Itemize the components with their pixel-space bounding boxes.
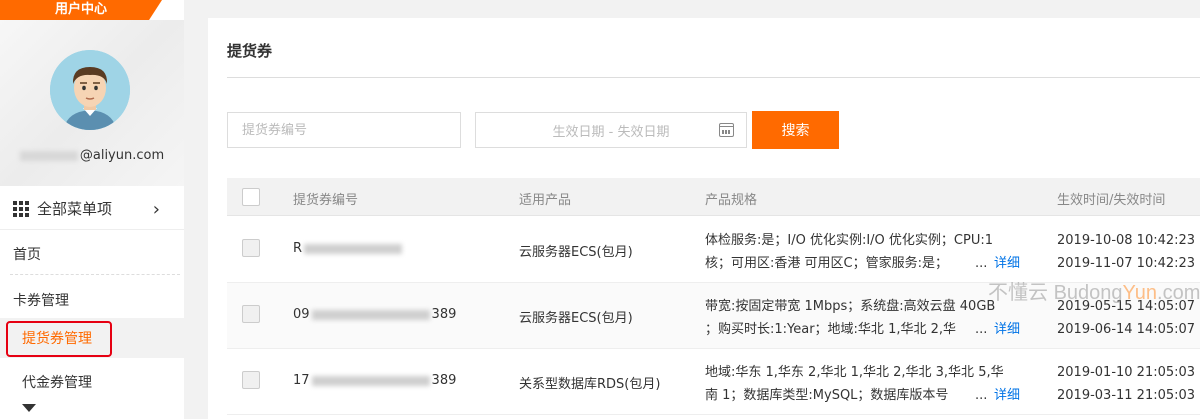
header-time: 生效时间/失效时间	[1057, 193, 1166, 208]
all-menu-label: 全部菜单项	[37, 200, 113, 218]
sidebar-divider	[10, 274, 180, 275]
email-redaction	[19, 150, 78, 161]
detail-link[interactable]: 详细	[991, 318, 1020, 341]
table-row: 17 389 关系型数据库RDS(包月) 地域:华东 1,华东 2,华北 1,华北…	[227, 349, 1200, 415]
voucher-code: R	[293, 241, 404, 256]
row-checkbox[interactable]	[242, 371, 260, 389]
profile-card: @aliyun.com	[0, 20, 184, 186]
date-range-picker[interactable]: 生效日期 - 失效日期	[475, 112, 747, 148]
sidebar-item-home[interactable]: 首页	[0, 244, 184, 264]
header-product: 适用产品	[519, 193, 572, 208]
page-title: 提货券	[227, 42, 273, 60]
product-name: 云服务器ECS(包月)	[519, 311, 633, 326]
user-center-tab[interactable]: 用户中心	[0, 0, 162, 20]
spec-line-2-text: ；购买时长:1:Year；地域:华北 1,华北 2,华	[705, 322, 957, 337]
watermark-en-a: Budong	[1053, 282, 1123, 304]
product-spec: 地域:华东 1,华东 2,华北 1,华北 2,华北 3,华北 5,华 南 1；数…	[705, 361, 1045, 407]
user-email: @aliyun.com	[0, 148, 184, 163]
voucher-code-suffix: 389	[431, 307, 457, 322]
detail-link[interactable]: 详细	[991, 252, 1020, 275]
spec-line-2: ；购买时长:1:Year；地域:华北 1,华北 2,华... 详细	[705, 318, 1045, 341]
detail-link[interactable]: 详细	[991, 384, 1020, 407]
watermark: 不懂云 BudongYun.com	[988, 276, 1200, 305]
calendar-icon[interactable]	[718, 123, 734, 137]
watermark-en-b: Yun	[1122, 282, 1158, 304]
caret-down-icon[interactable]	[22, 404, 36, 412]
code-redaction	[311, 309, 430, 320]
select-all-checkbox[interactable]	[242, 188, 260, 206]
row-checkbox[interactable]	[242, 239, 260, 257]
voucher-code-prefix: R	[293, 241, 303, 256]
code-redaction	[311, 375, 430, 386]
start-time: 2019-10-08 10:42:23	[1057, 233, 1196, 248]
sidebar-item-card-management[interactable]: 卡券管理	[0, 290, 184, 310]
end-time: 2019-11-07 10:42:23	[1057, 256, 1196, 271]
product-name: 关系型数据库RDS(包月)	[519, 377, 661, 392]
validity-time: 2019-10-08 10:42:23 2019-11-07 10:42:23	[1057, 229, 1195, 275]
row-checkbox[interactable]	[242, 305, 260, 323]
sidebar-item-coupon-management[interactable]: 代金券管理	[0, 372, 184, 392]
watermark-en-c: .com	[1157, 282, 1200, 304]
voucher-code-prefix: 09	[293, 307, 310, 322]
spec-ellipsis: ...	[975, 256, 988, 271]
title-divider	[227, 77, 1200, 78]
main-panel: 提货券 生效日期 - 失效日期 搜索 提货券编号 适用产品 产品规格 生效时间/…	[208, 18, 1200, 419]
avatar[interactable]	[50, 50, 130, 130]
table-header: 提货券编号 适用产品 产品规格 生效时间/失效时间	[227, 178, 1200, 216]
voucher-code: 09 389	[293, 307, 456, 322]
sidebar-item-voucher-management[interactable]: 提货券管理	[6, 321, 112, 357]
product-spec: 体检服务:是；I/O 优化实例:I/O 优化实例；CPU:1 核；可用区:香港 …	[705, 229, 1045, 275]
voucher-code-prefix: 17	[293, 373, 310, 388]
voucher-code-suffix: 389	[431, 373, 457, 388]
end-time: 2019-06-14 14:05:07	[1057, 322, 1196, 337]
end-time: 2019-03-11 21:05:03	[1057, 388, 1196, 403]
watermark-cn: 不懂云	[988, 282, 1048, 304]
chevron-right-icon: ›	[152, 199, 160, 220]
voucher-code-input[interactable]	[227, 112, 461, 148]
spec-ellipsis: ...	[975, 322, 988, 337]
table-row: R 云服务器ECS(包月) 体检服务:是；I/O 优化实例:I/O 优化实例；C…	[227, 217, 1200, 283]
email-suffix: @aliyun.com	[79, 148, 165, 163]
sidebar: 用户中心 @aliyun.com 全部菜单项 › 首页 卡券管理 提货券管理 代…	[0, 0, 184, 419]
spec-line-2-text: 南 1；数据库类型:MySQL；数据库版本号	[705, 388, 949, 403]
spec-line-1: 体检服务:是；I/O 优化实例:I/O 优化实例；CPU:1	[705, 233, 993, 248]
search-button[interactable]: 搜索	[752, 111, 839, 149]
start-time: 2019-01-10 21:05:03	[1057, 365, 1196, 380]
grid-icon	[13, 200, 29, 217]
header-spec: 产品规格	[705, 193, 758, 208]
validity-time: 2019-01-10 21:05:03 2019-03-11 21:05:03	[1057, 361, 1195, 407]
spec-ellipsis: ...	[975, 388, 988, 403]
spec-line-2: 南 1；数据库类型:MySQL；数据库版本号... 详细	[705, 384, 1045, 407]
spec-line-2-text: 核；可用区:香港 可用区C；管家服务:是；	[705, 256, 948, 271]
spec-line-2: 核；可用区:香港 可用区C；管家服务:是；... 详细	[705, 252, 1045, 275]
date-range-label: 生效日期 - 失效日期	[552, 124, 670, 140]
code-redaction	[304, 243, 403, 254]
header-voucher-code: 提货券编号	[293, 193, 359, 208]
all-menu-button[interactable]: 全部菜单项 ›	[0, 188, 184, 230]
spec-line-1: 地域:华东 1,华东 2,华北 1,华北 2,华北 3,华北 5,华	[705, 365, 1004, 380]
voucher-code: 17 389	[293, 373, 456, 388]
product-name: 云服务器ECS(包月)	[519, 245, 633, 260]
